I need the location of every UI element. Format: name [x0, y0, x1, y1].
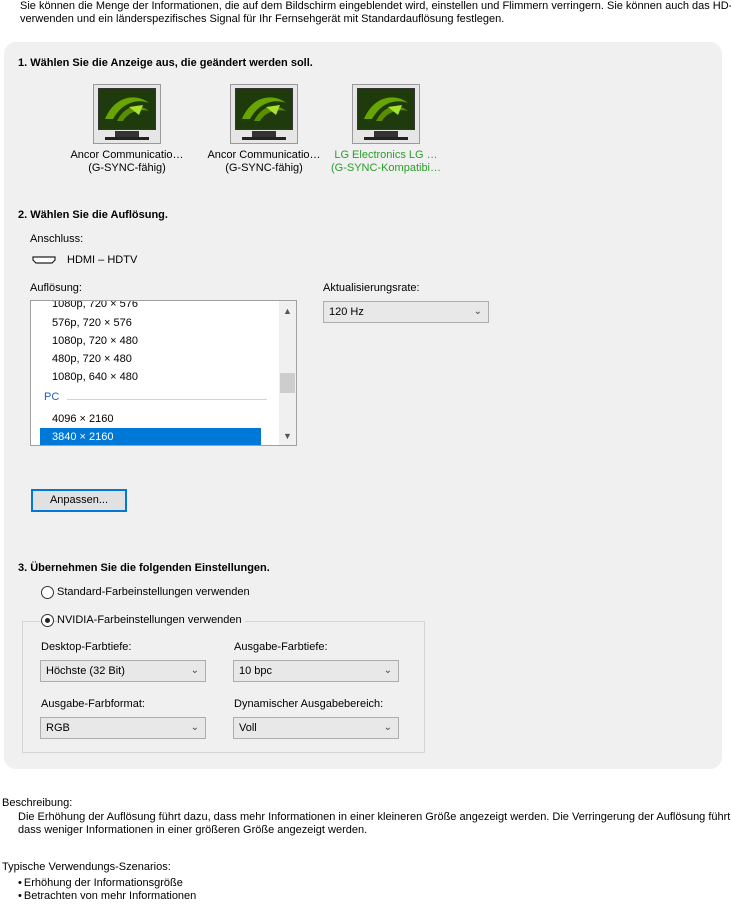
refresh-rate-value: 120 Hz: [329, 306, 364, 318]
desktop-depth-label: Desktop-Farbtiefe:: [41, 641, 132, 653]
connection-label: Anschluss:: [30, 233, 84, 245]
dynamic-range-value: Voll: [239, 722, 257, 734]
refresh-rate-label: Aktualisierungsrate:: [323, 282, 420, 294]
intro-text: Sie können die Menge der Informationen, …: [20, 0, 731, 26]
monitor-name: Ancor Communicatio… (G-SYNC-fähig): [70, 149, 184, 174]
chevron-down-icon: ⌄: [190, 665, 199, 676]
resolution-item-selected[interactable]: 3840 × 2160: [40, 428, 261, 445]
resolution-listbox[interactable]: 1080p, 720 × 576 576p, 720 × 576 1080p, …: [30, 300, 297, 446]
output-depth-label: Ausgabe-Farbtiefe:: [234, 641, 328, 653]
scroll-thumb[interactable]: [280, 373, 295, 393]
intro-line-1: Sie können die Menge der Informationen, …: [20, 0, 731, 12]
monitor-name: LG Electronics LG … (G-SYNC-Kompatibi…: [330, 149, 442, 174]
output-format-value: RGB: [46, 722, 70, 734]
step2-heading: 2. Wählen Sie die Auflösung.: [18, 209, 168, 221]
hdmi-icon: [32, 255, 56, 264]
monitor-icon: [352, 84, 420, 144]
radio-default-label: Standard-Farbeinstellungen verwenden: [57, 586, 250, 598]
step1-heading: 1. Wählen Sie die Anzeige aus, die geänd…: [18, 57, 313, 69]
monitor-item-1[interactable]: Ancor Communicatio… (G-SYNC-fähig): [52, 84, 202, 175]
desktop-depth-value: Höchste (32 Bit): [46, 665, 125, 677]
resolution-label: Auflösung:: [30, 282, 82, 294]
intro-line-2: verwenden und ein länderspezifisches Sig…: [20, 13, 505, 25]
resolution-item[interactable]: 576p, 720 × 576: [52, 314, 132, 332]
desktop-depth-select[interactable]: Höchste (32 Bit) ⌄: [40, 660, 206, 682]
radio-nvidia-label: NVIDIA-Farbeinstellungen verwenden: [57, 614, 245, 626]
scenario-item: Betrachten von mehr Informationen: [18, 890, 196, 902]
output-depth-value: 10 bpc: [239, 665, 273, 677]
scenarios-label: Typische Verwendungs-Szenarios:: [2, 861, 171, 873]
group-divider: [67, 399, 267, 400]
resolution-item[interactable]: 4096 × 2160: [52, 410, 113, 428]
dynamic-range-select[interactable]: Voll ⌄: [233, 717, 399, 739]
radio-button-selected[interactable]: [41, 614, 54, 627]
dynamic-range-label: Dynamischer Ausgabebereich:: [234, 698, 384, 710]
chevron-down-icon: ⌄: [190, 722, 199, 733]
chevron-down-icon: ⌄: [383, 722, 392, 733]
chevron-down-icon: ⌄: [473, 306, 482, 317]
description-label: Beschreibung:: [2, 797, 73, 809]
scroll-up-icon[interactable]: ▲: [279, 303, 296, 320]
customize-button[interactable]: Anpassen...: [31, 489, 127, 512]
scroll-down-icon[interactable]: ▼: [279, 428, 296, 445]
radio-button[interactable]: [41, 586, 54, 599]
listbox-scrollbar[interactable]: ▲ ▼: [279, 301, 296, 445]
resolution-item[interactable]: 1080p, 720 × 576: [52, 301, 138, 313]
monitor-icon: [230, 84, 298, 144]
resolution-group-pc: PC: [44, 391, 60, 403]
step3-heading: 3. Übernehmen Sie die folgenden Einstell…: [18, 562, 270, 574]
resolution-item[interactable]: 480p, 720 × 480: [52, 350, 132, 368]
refresh-rate-select[interactable]: 120 Hz ⌄: [323, 301, 489, 323]
resolution-item[interactable]: 1080p, 640 × 480: [52, 368, 138, 386]
scenario-item: Erhöhung der Informationsgröße: [18, 877, 183, 889]
output-format-select[interactable]: RGB ⌄: [40, 717, 206, 739]
monitor-item-3-selected[interactable]: LG Electronics LG … (G-SYNC-Kompatibi…: [311, 84, 461, 175]
resolution-item[interactable]: 1080p, 720 × 480: [52, 332, 138, 350]
description-text: Die Erhöhung der Auflösung führt dazu, d…: [18, 811, 731, 836]
output-format-label: Ausgabe-Farbformat:: [41, 698, 145, 710]
chevron-down-icon: ⌄: [383, 665, 392, 676]
connection-value: HDMI – HDTV: [67, 254, 138, 266]
output-depth-select[interactable]: 10 bpc ⌄: [233, 660, 399, 682]
monitor-icon: [93, 84, 161, 144]
